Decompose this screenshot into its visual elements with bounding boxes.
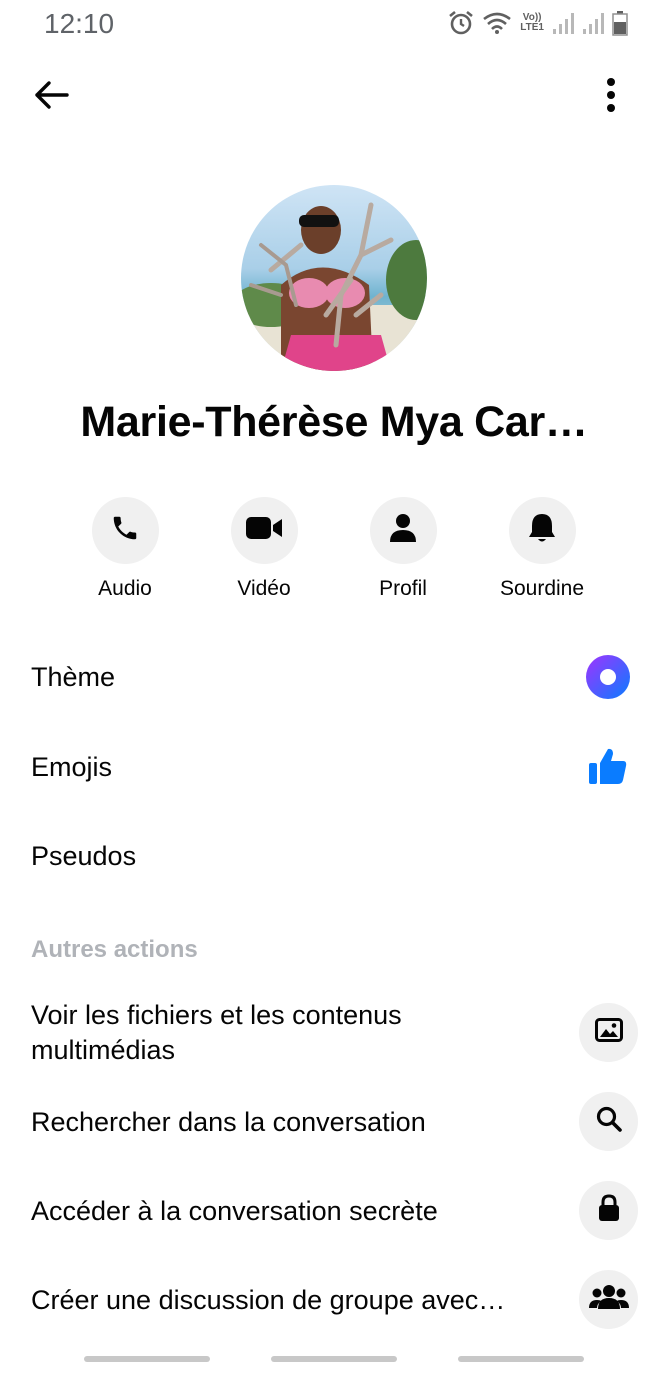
profile-label: Profil (379, 577, 427, 600)
emojis-row[interactable]: Emojis (0, 740, 668, 800)
video-label: Vidéo (237, 577, 291, 600)
nav-home-button[interactable] (271, 1356, 397, 1362)
mute-circle[interactable] (508, 497, 576, 564)
nav-recents-button[interactable] (84, 1356, 210, 1362)
quick-actions: Audio Vidéo Profil Sourdine (0, 497, 668, 607)
battery-icon (612, 10, 628, 36)
bell-icon (527, 512, 557, 549)
theme-dot-icon (585, 654, 631, 705)
group-icon-button[interactable] (579, 1270, 638, 1329)
phone-icon (110, 513, 140, 548)
other-actions-heading: Autres actions (31, 936, 198, 963)
search-icon (596, 1106, 622, 1137)
person-icon (389, 513, 417, 548)
lock-icon-button[interactable] (579, 1181, 638, 1240)
volte-icon: Vo)) LTE1 (520, 13, 544, 33)
secret-conversation-label: Accéder à la conversation secrète (31, 1196, 438, 1226)
lock-icon (598, 1194, 620, 1227)
view-media-label-line2: multimédias (31, 1035, 176, 1065)
avatar[interactable] (241, 185, 427, 371)
profile-button[interactable]: Profil (333, 497, 473, 601)
nicknames-label: Pseudos (31, 841, 137, 871)
video-call-circle[interactable] (230, 497, 298, 564)
mute-label: Sourdine (499, 577, 585, 600)
create-group-label: Créer une discussion de groupe avec… (31, 1285, 506, 1315)
arrow-left-icon (33, 80, 69, 115)
create-group-row[interactable]: Créer une discussion de groupe avec… (0, 1270, 668, 1330)
profile-circle[interactable] (369, 497, 437, 564)
view-media-row[interactable]: Voir les fichiers et les contenus multim… (0, 998, 668, 1070)
secret-conversation-row[interactable]: Accéder à la conversation secrète (0, 1181, 668, 1241)
view-media-label-line1: Voir les fichiers et les contenus (31, 1000, 402, 1030)
video-camera-icon (245, 515, 283, 546)
system-nav-bar (0, 1340, 668, 1373)
mute-button[interactable]: Sourdine (472, 497, 612, 601)
signal-icon (552, 11, 574, 35)
nav-back-button[interactable] (458, 1356, 584, 1362)
search-icon-button[interactable] (579, 1092, 638, 1151)
search-conversation-label: Rechercher dans la conversation (31, 1107, 426, 1137)
alarm-icon (448, 10, 474, 36)
more-options-button[interactable] (598, 72, 624, 122)
profile-name: Marie-Thérèse Mya Car… (80, 398, 588, 446)
image-icon (594, 1018, 623, 1047)
top-bar (0, 60, 668, 132)
lte-label: LTE1 (520, 22, 544, 33)
wifi-icon (482, 11, 512, 35)
nicknames-row[interactable]: Pseudos (0, 829, 668, 889)
signal-icon (582, 11, 604, 35)
video-call-button[interactable]: Vidéo (194, 497, 334, 601)
emojis-label: Emojis (31, 752, 113, 782)
search-conversation-row[interactable]: Rechercher dans la conversation (0, 1092, 668, 1152)
audio-label: Audio (98, 577, 152, 600)
more-vertical-icon (606, 77, 616, 118)
back-button[interactable] (26, 72, 76, 122)
view-media-icon-button[interactable] (579, 1003, 638, 1062)
status-bar: 12:10 Vo)) LTE1 (0, 0, 668, 48)
theme-label: Thème (31, 662, 116, 692)
status-time: 12:10 (44, 8, 115, 39)
thumbs-up-icon (588, 746, 628, 791)
audio-call-circle[interactable] (91, 497, 159, 564)
audio-call-button[interactable]: Audio (55, 497, 195, 601)
status-icons: Vo)) LTE1 (448, 10, 628, 36)
group-icon (588, 1284, 629, 1315)
theme-row[interactable]: Thème (0, 650, 668, 710)
